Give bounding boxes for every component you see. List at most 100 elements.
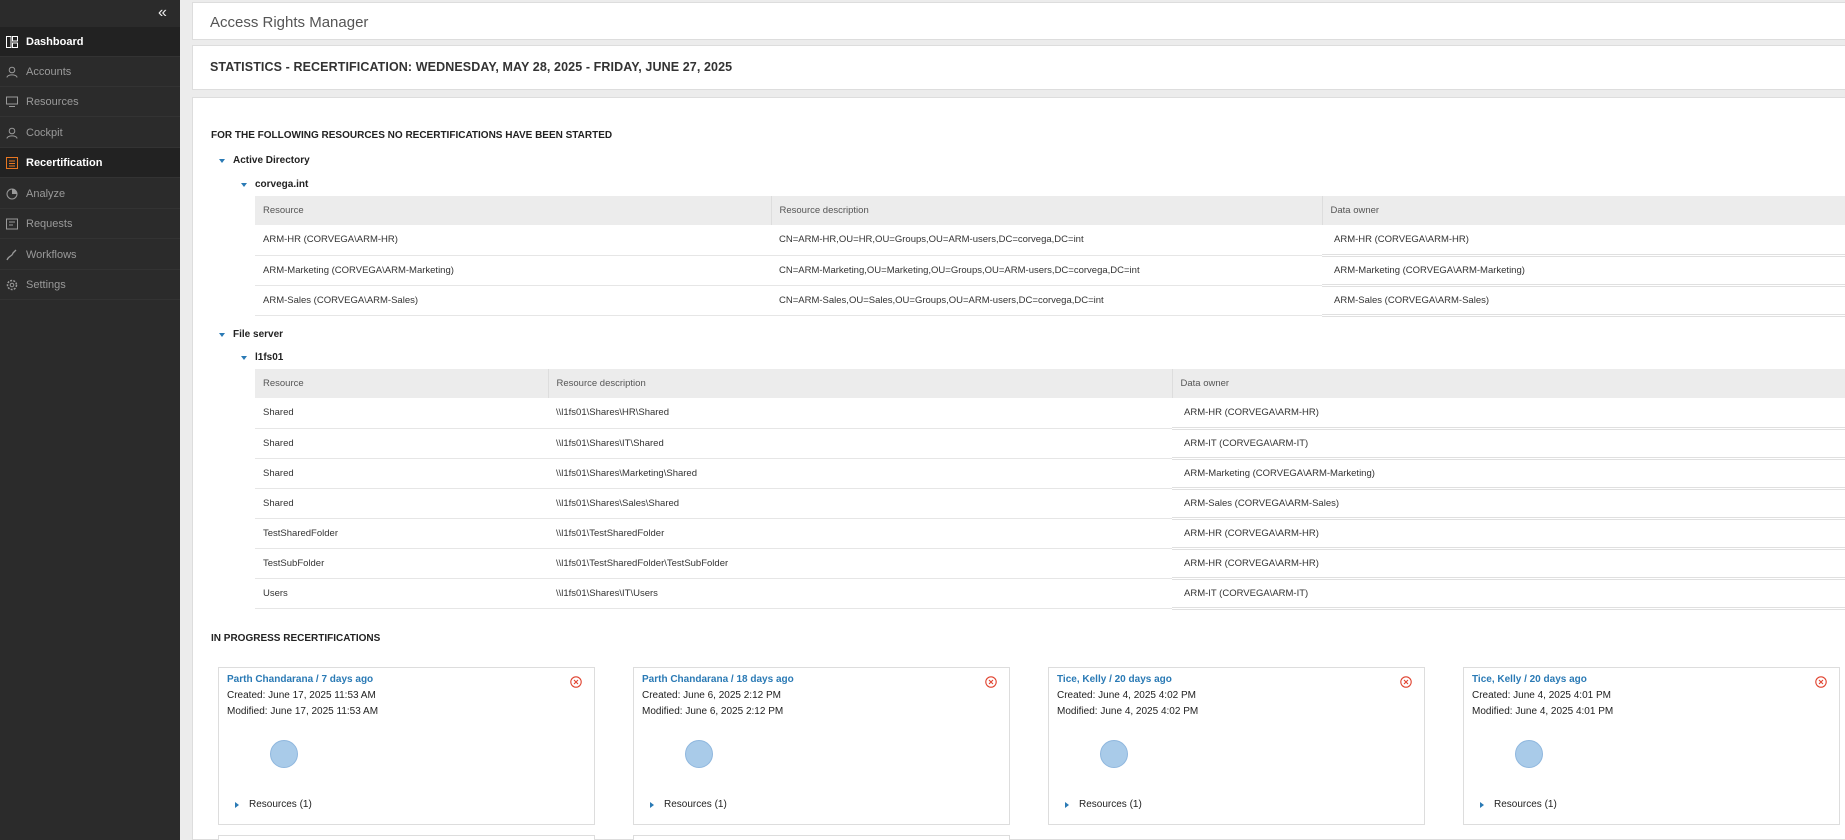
owner-cell: ARM-Sales (CORVEGA\ARM-Sales) (1172, 488, 1845, 520)
column-header-description[interactable]: Resource description (547, 369, 1172, 398)
close-circle-icon[interactable] (1815, 676, 1827, 688)
expand-server-icon[interactable] (241, 356, 247, 360)
resource-cell: ARM-Sales (CORVEGA\ARM-Sales) (255, 285, 771, 316)
sidebar-item-workflows[interactable]: Workflows (0, 240, 180, 270)
owner-cell: ARM-IT (CORVEGA\ARM-IT) (1172, 578, 1845, 610)
card-owner-link[interactable]: Parth Chandarana / 18 days ago (642, 674, 794, 685)
expand-file-server-icon[interactable] (219, 333, 225, 337)
tree-node-server[interactable]: l1fs01 (255, 352, 283, 363)
table-row[interactable]: ARM-Marketing (CORVEGA\ARM-Marketing) CN… (255, 255, 1845, 287)
card-resources-label: Resources (1) (1494, 799, 1557, 810)
recertification-card-partial (218, 835, 595, 840)
owner-cell: ARM-HR (CORVEGA\ARM-HR) (1322, 225, 1845, 257)
sidebar-item-resources[interactable]: Resources (0, 87, 180, 117)
tree-node-domain[interactable]: corvega.int (255, 179, 308, 190)
requests-icon (5, 217, 19, 231)
column-header-resource[interactable]: Resource (255, 369, 548, 398)
analyze-icon (5, 187, 19, 201)
sidebar-item-requests[interactable]: Requests (0, 209, 180, 239)
accounts-icon (5, 65, 19, 79)
table-row[interactable]: TestSubFolder \\l1fs01\TestSharedFolder\… (255, 548, 1845, 580)
close-circle-icon[interactable] (1400, 676, 1412, 688)
expand-icon (650, 801, 654, 808)
tree-node-file-server[interactable]: File server (233, 329, 283, 340)
expand-active-directory-icon[interactable] (219, 159, 225, 163)
column-header-owner[interactable]: Data owner (1321, 196, 1845, 225)
resource-cell: Shared (255, 488, 548, 519)
sidebar-item-recertification[interactable]: Recertification (0, 148, 180, 178)
sidebar-item-label: Workflows (26, 248, 77, 261)
card-resources-label: Resources (1) (664, 799, 727, 810)
progress-pie (685, 740, 713, 768)
table-header-row: Resource Resource description Data owner (255, 196, 1845, 225)
expand-icon (235, 801, 239, 808)
resource-cell: Users (255, 578, 548, 609)
table-row[interactable]: ARM-Sales (CORVEGA\ARM-Sales) CN=ARM-Sal… (255, 285, 1845, 317)
close-circle-icon[interactable] (570, 676, 582, 688)
owner-cell: ARM-IT (CORVEGA\ARM-IT) (1172, 428, 1845, 460)
sidebar-item-label: Analyze (26, 187, 66, 200)
column-header-resource[interactable]: Resource (255, 196, 771, 225)
statistics-bar: STATISTICS - RECERTIFICATION: WEDNESDAY,… (192, 45, 1845, 90)
description-cell: \\l1fs01\Shares\IT\Users (548, 578, 1172, 609)
sidebar-item-label: Settings (26, 278, 66, 291)
card-resources-toggle[interactable]: Resources (1) (650, 799, 727, 810)
owner-cell: ARM-HR (CORVEGA\ARM-HR) (1172, 518, 1845, 550)
table-row[interactable]: Users \\l1fs01\Shares\IT\Users ARM-IT (C… (255, 578, 1845, 610)
ad-resources-table: Resource Resource description Data owner… (255, 196, 1845, 317)
card-resources-toggle[interactable]: Resources (1) (1480, 799, 1557, 810)
table-row[interactable]: TestSharedFolder \\l1fs01\TestSharedFold… (255, 518, 1845, 550)
table-row[interactable]: Shared \\l1fs01\Shares\Sales\Shared ARM-… (255, 488, 1845, 520)
expand-icon (1065, 801, 1069, 808)
sidebar-item-dashboard[interactable]: Dashboard (0, 27, 180, 57)
card-owner-link[interactable]: Tice, Kelly / 20 days ago (1472, 674, 1587, 685)
expand-domain-icon[interactable] (241, 183, 247, 187)
table-row[interactable]: Shared \\l1fs01\Shares\Marketing\Shared … (255, 458, 1845, 490)
collapse-sidebar-icon[interactable]: « (158, 4, 167, 22)
description-cell: \\l1fs01\TestSharedFolder (548, 518, 1172, 549)
sidebar-item-label: Cockpit (26, 126, 63, 139)
owner-cell: ARM-Marketing (CORVEGA\ARM-Marketing) (1322, 255, 1845, 287)
table-header-row: Resource Resource description Data owner (255, 369, 1845, 398)
close-circle-icon[interactable] (985, 676, 997, 688)
card-owner-link[interactable]: Tice, Kelly / 20 days ago (1057, 674, 1172, 685)
description-cell: CN=ARM-Marketing,OU=Marketing,OU=Groups,… (771, 255, 1322, 286)
table-row[interactable]: Shared \\l1fs01\Shares\IT\Shared ARM-IT … (255, 428, 1845, 460)
recertification-icon (5, 156, 19, 170)
file-server-resources-table: Resource Resource description Data owner… (255, 369, 1845, 610)
column-header-description[interactable]: Resource description (770, 196, 1322, 225)
recertification-card: Tice, Kelly / 20 days ago Created: June … (1048, 667, 1425, 825)
sidebar-item-label: Dashboard (26, 35, 84, 48)
tree-node-active-directory[interactable]: Active Directory (233, 155, 310, 166)
description-cell: CN=ARM-Sales,OU=Sales,OU=Groups,OU=ARM-u… (771, 285, 1322, 316)
not-started-title: FOR THE FOLLOWING RESOURCES NO RECERTIFI… (211, 130, 613, 141)
sidebar-item-settings[interactable]: Settings (0, 270, 180, 300)
resource-cell: TestSharedFolder (255, 518, 548, 549)
owner-cell: ARM-HR (CORVEGA\ARM-HR) (1172, 398, 1845, 430)
card-created: Created: June 4, 2025 4:01 PM (1472, 690, 1611, 701)
table-row[interactable]: Shared \\l1fs01\Shares\HR\Shared ARM-HR … (255, 398, 1845, 430)
app-title: Access Rights Manager (210, 14, 369, 31)
description-cell: \\l1fs01\TestSharedFolder\TestSubFolder (548, 548, 1172, 579)
column-header-owner[interactable]: Data owner (1171, 369, 1845, 398)
app-header: Access Rights Manager (192, 2, 1845, 40)
resource-cell: Shared (255, 398, 548, 429)
sidebar-item-cockpit[interactable]: Cockpit (0, 118, 180, 148)
description-cell: \\l1fs01\Shares\IT\Shared (548, 428, 1172, 459)
card-modified: Modified: June 4, 2025 4:01 PM (1472, 706, 1614, 717)
table-row[interactable]: ARM-HR (CORVEGA\ARM-HR) CN=ARM-HR,OU=HR,… (255, 225, 1845, 257)
progress-pie (1100, 740, 1128, 768)
card-resources-toggle[interactable]: Resources (1) (235, 799, 312, 810)
card-resources-toggle[interactable]: Resources (1) (1065, 799, 1142, 810)
expand-icon (1480, 801, 1484, 808)
sidebar-item-accounts[interactable]: Accounts (0, 57, 180, 87)
card-owner-link[interactable]: Parth Chandarana / 7 days ago (227, 674, 373, 685)
resources-icon (5, 95, 19, 109)
resource-cell: ARM-Marketing (CORVEGA\ARM-Marketing) (255, 255, 771, 286)
recertification-card: Parth Chandarana / 18 days ago Created: … (633, 667, 1010, 825)
recertification-card: Tice, Kelly / 20 days ago Created: June … (1463, 667, 1840, 825)
sidebar-item-analyze[interactable]: Analyze (0, 179, 180, 209)
resource-cell: TestSubFolder (255, 548, 548, 579)
recertification-card-partial (633, 835, 1010, 840)
owner-cell: ARM-HR (CORVEGA\ARM-HR) (1172, 548, 1845, 580)
